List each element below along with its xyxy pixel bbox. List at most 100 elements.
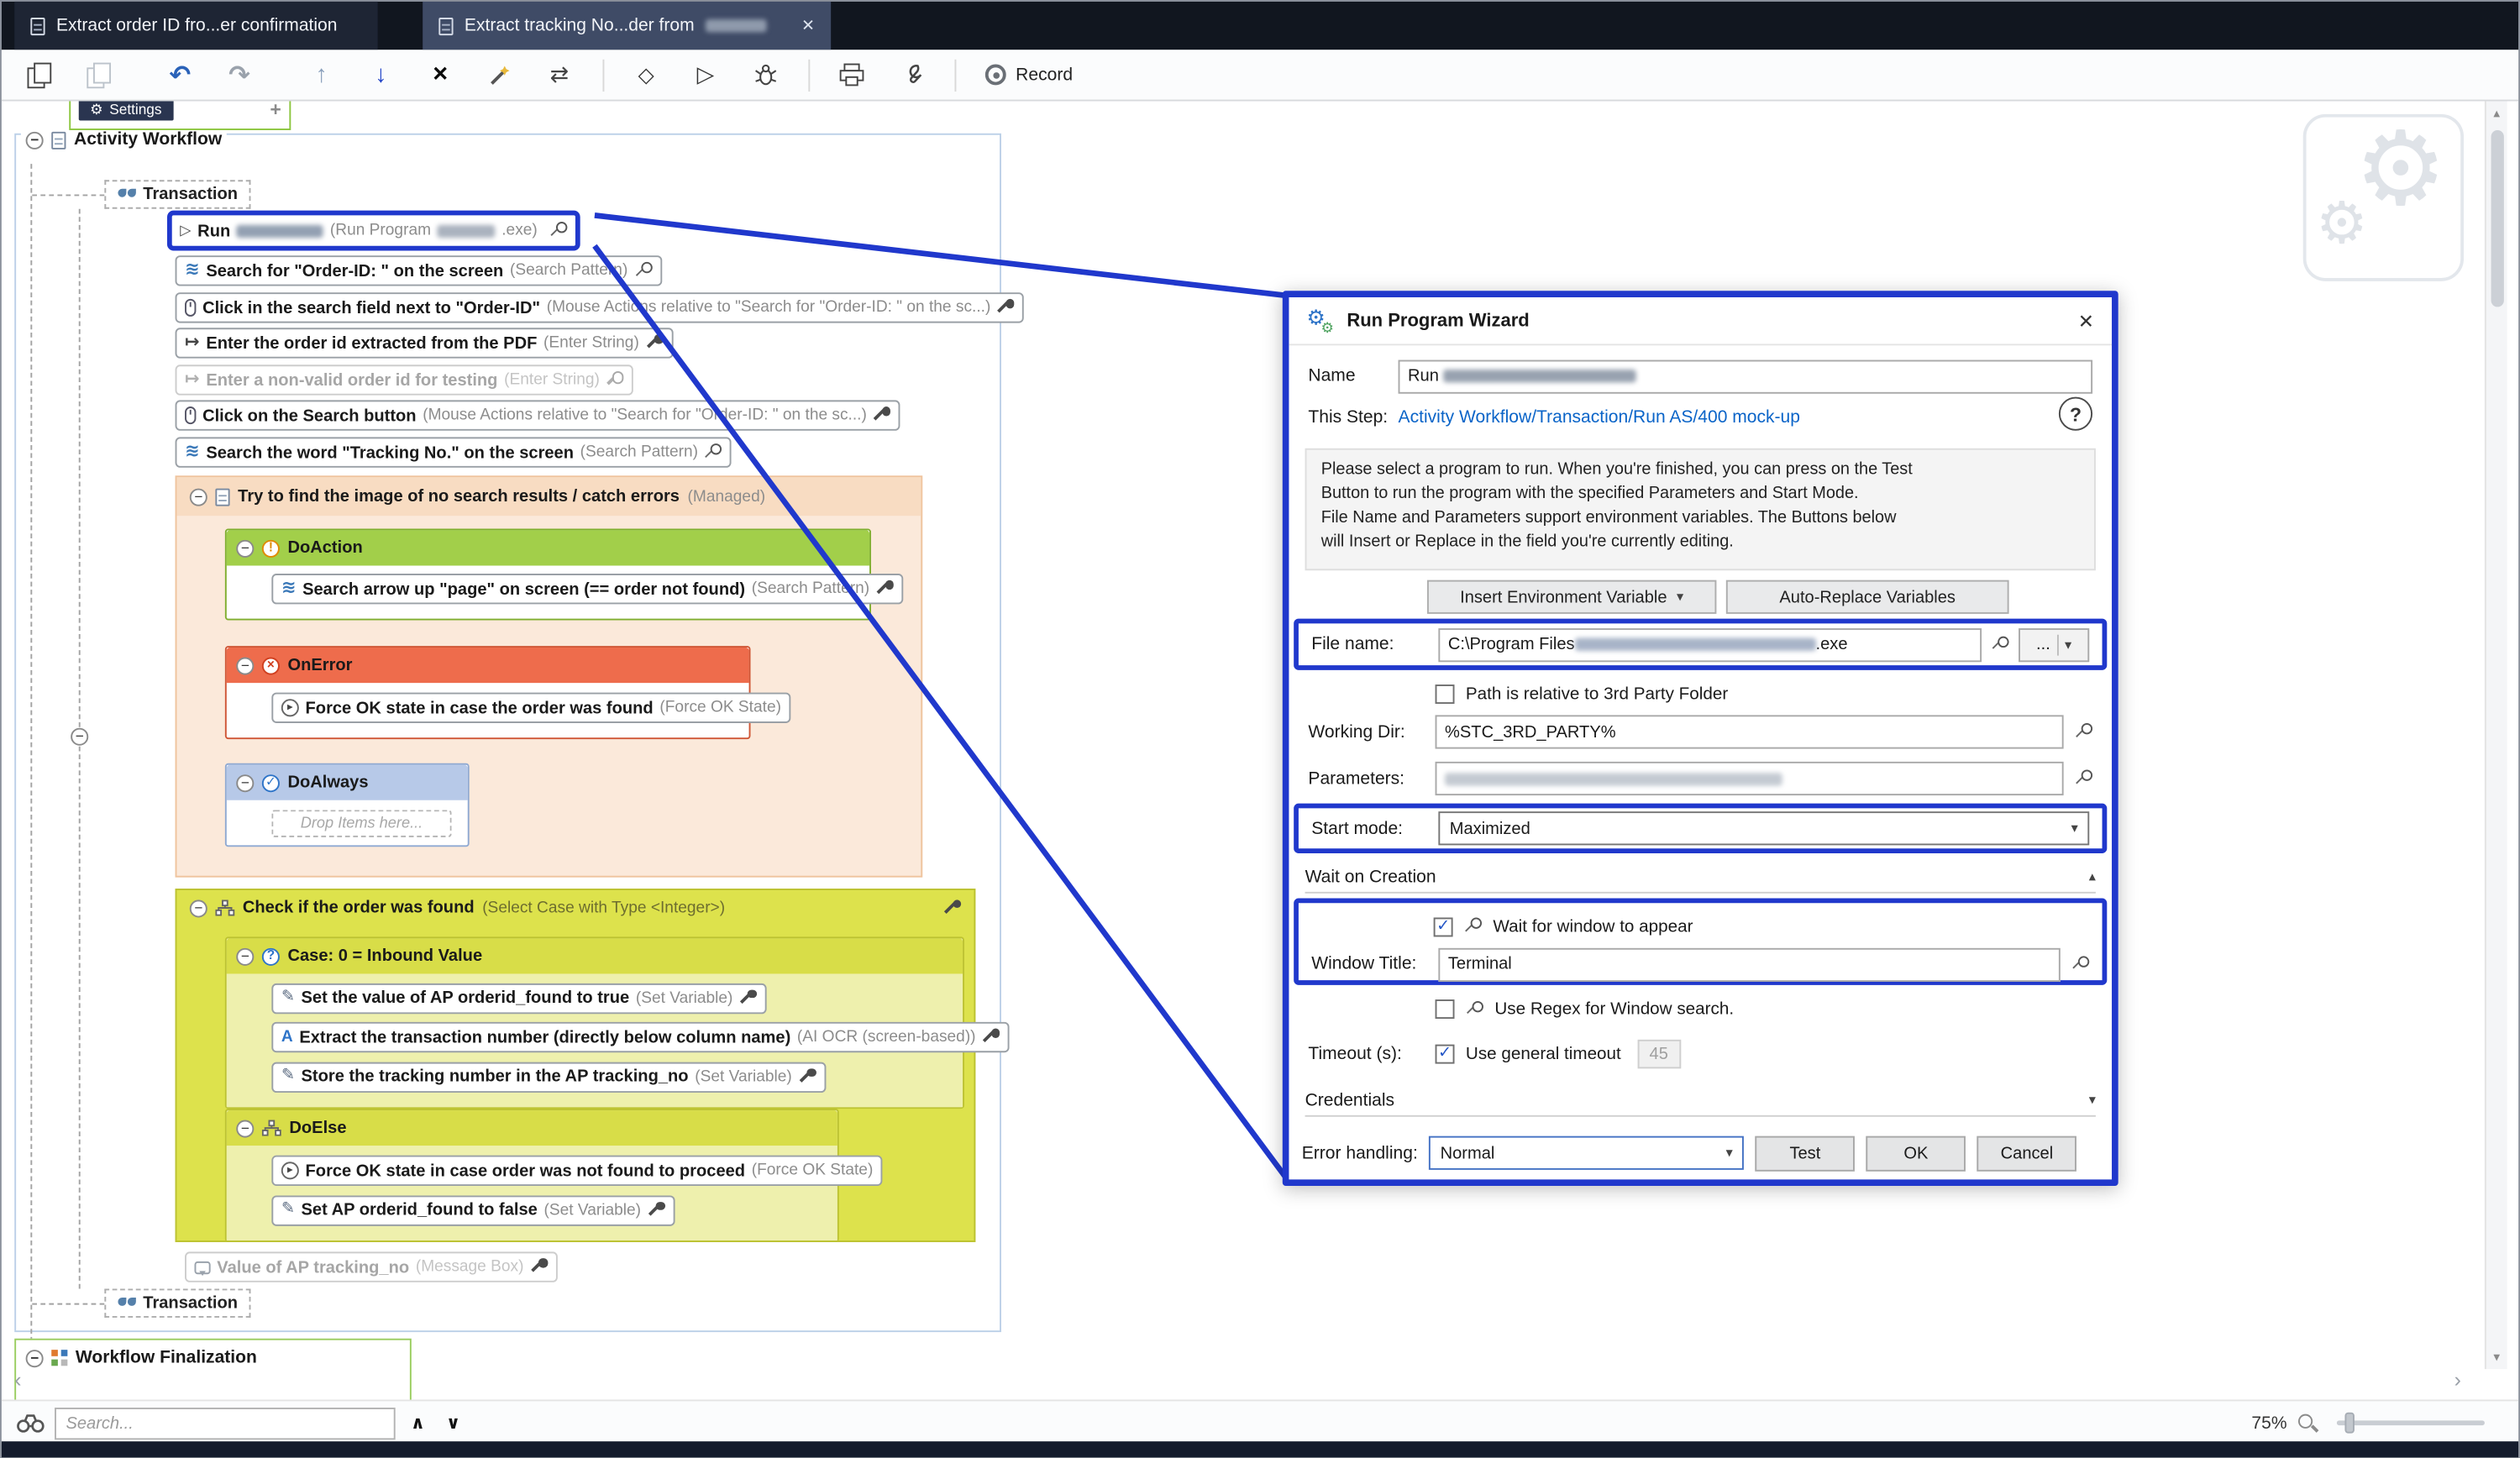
copy-button[interactable] bbox=[23, 57, 55, 92]
window-title-field[interactable]: Terminal bbox=[1438, 947, 2060, 981]
this-step-link[interactable]: Activity Workflow/Transaction/Run AS/400… bbox=[1399, 408, 1800, 427]
pin-icon[interactable] bbox=[874, 406, 891, 424]
step-search-tracking-no[interactable]: ≋ Search the word "Tracking No." on the … bbox=[176, 437, 732, 467]
pin-icon[interactable] bbox=[943, 899, 961, 916]
close-tab-icon[interactable]: ✕ bbox=[801, 17, 815, 34]
step-run-program[interactable]: ▷ Run (Run Program .exe) bbox=[167, 211, 580, 251]
step-force-ok-not-found[interactable]: ▸ Force OK state in case order was not f… bbox=[271, 1156, 882, 1186]
insert-environment-variable-button[interactable]: Insert Environment Variable ▾ bbox=[1427, 580, 1716, 614]
cancel-button[interactable]: Cancel bbox=[1977, 1135, 2077, 1171]
print-button[interactable] bbox=[836, 57, 868, 92]
close-dialog-icon[interactable]: ✕ bbox=[2078, 309, 2094, 332]
ok-button[interactable]: OK bbox=[1866, 1135, 1966, 1171]
wait-on-creation-section[interactable]: Wait on Creation ▴ bbox=[1305, 862, 2096, 894]
record-button[interactable]: Record bbox=[985, 65, 1073, 86]
wizard-wand-button[interactable] bbox=[484, 57, 516, 92]
working-dir-field[interactable]: %STC_3RD_PARTY% bbox=[1436, 715, 2064, 748]
pin-icon[interactable] bbox=[997, 299, 1015, 317]
doaction-header[interactable]: − ! DoAction bbox=[227, 530, 869, 565]
find-previous-button[interactable]: ∧ bbox=[405, 1410, 431, 1436]
path-relative-checkbox[interactable] bbox=[1436, 684, 1455, 704]
tab-extract-tracking-no[interactable]: Extract tracking No...der from ✕ bbox=[423, 2, 831, 50]
search-input[interactable] bbox=[55, 1407, 396, 1439]
move-down-button[interactable]: ↓ bbox=[365, 57, 396, 92]
case-header[interactable]: − ? Case: 0 = Inbound Value bbox=[227, 938, 963, 973]
breakpoint-button[interactable]: ◇ bbox=[630, 57, 662, 92]
pin-icon[interactable] bbox=[530, 1258, 548, 1276]
auto-replace-variables-button[interactable]: Auto-Replace Variables bbox=[1726, 580, 2009, 614]
pin-icon[interactable] bbox=[1464, 917, 1482, 935]
transaction-chip[interactable]: Transaction bbox=[104, 180, 250, 208]
step-force-ok-found[interactable]: ▸ Force OK state in case the order was f… bbox=[271, 693, 790, 723]
collapse-icon[interactable]: − bbox=[190, 899, 207, 916]
dialog-titlebar[interactable]: ⚙ ⚙ Run Program Wizard ✕ bbox=[1289, 297, 2112, 345]
doelse-header[interactable]: − DoElse bbox=[227, 1110, 837, 1146]
use-general-timeout-checkbox[interactable] bbox=[1436, 1044, 1455, 1063]
run-workflow-button[interactable]: ▷ bbox=[690, 57, 722, 92]
zoom-slider-handle[interactable] bbox=[2344, 1413, 2354, 1434]
pin-icon[interactable] bbox=[645, 334, 663, 352]
collapse-icon[interactable]: − bbox=[26, 1349, 44, 1366]
pin-icon[interactable] bbox=[739, 989, 757, 1007]
pin-icon[interactable] bbox=[648, 1201, 665, 1219]
doalways-header[interactable]: − ✓ DoAlways bbox=[227, 765, 468, 800]
file-name-field[interactable]: C:\Program Files .exe bbox=[1438, 627, 1982, 661]
transaction-chip[interactable]: Transaction bbox=[104, 1288, 250, 1317]
collapse-icon[interactable]: − bbox=[236, 774, 254, 791]
name-field[interactable]: Run bbox=[1399, 359, 2093, 393]
collapse-icon[interactable]: − bbox=[26, 131, 44, 149]
step-click-search-field[interactable]: Click in the search field next to "Order… bbox=[176, 292, 1025, 323]
step-extract-transaction-number[interactable]: A Extract the transaction number (direct… bbox=[271, 1022, 1009, 1052]
pin-icon[interactable] bbox=[2075, 723, 2092, 741]
find-next-button[interactable]: ∨ bbox=[440, 1410, 466, 1436]
pin-icon[interactable] bbox=[634, 262, 652, 280]
credentials-section[interactable]: Credentials ▾ bbox=[1305, 1084, 2096, 1116]
pin-icon[interactable] bbox=[982, 1028, 1000, 1046]
paste-button[interactable] bbox=[82, 57, 114, 92]
browse-button[interactable]: ... ▾ bbox=[2019, 627, 2089, 661]
step-enter-order-id[interactable]: ↦ Enter the order id extracted from the … bbox=[176, 328, 673, 358]
collapse-icon[interactable]: − bbox=[236, 947, 254, 965]
redo-button[interactable]: ↷ bbox=[223, 57, 255, 92]
pin-icon[interactable] bbox=[1466, 1000, 1483, 1018]
scrollbar-thumb[interactable] bbox=[2491, 130, 2504, 307]
pin-icon[interactable] bbox=[798, 1067, 816, 1085]
step-enter-invalid-order-id[interactable]: ↦ Enter a non-valid order id for testing… bbox=[176, 364, 634, 395]
tab-extract-order-id[interactable]: Extract order ID fro...er confirmation bbox=[14, 2, 377, 50]
onerror-header[interactable]: − × OnError bbox=[227, 648, 749, 683]
scroll-left-icon[interactable]: ‹ bbox=[14, 1367, 21, 1392]
chevron-up-icon[interactable]: ▴ bbox=[2089, 868, 2096, 885]
collapse-icon[interactable]: − bbox=[71, 728, 88, 746]
pin-icon[interactable] bbox=[2071, 955, 2089, 973]
error-handling-select[interactable]: Normal ▾ bbox=[1429, 1136, 1744, 1170]
step-store-tracking-number[interactable]: ✎ Store the tracking number in the AP tr… bbox=[271, 1062, 826, 1092]
test-button[interactable]: Test bbox=[1756, 1135, 1856, 1171]
pin-icon[interactable] bbox=[1992, 636, 2009, 653]
help-button[interactable]: ? bbox=[2059, 397, 2092, 431]
parameters-field[interactable] bbox=[1436, 762, 2064, 795]
pin-icon[interactable] bbox=[550, 222, 568, 239]
step-search-arrow-up[interactable]: ≋ Search arrow up "page" on screen (== o… bbox=[271, 574, 903, 604]
step-set-orderid-found-true[interactable]: ✎ Set the value of AP orderid_found to t… bbox=[271, 983, 766, 1013]
scroll-up-icon[interactable]: ▴ bbox=[2493, 106, 2500, 120]
managed-header[interactable]: − Try to find the image of no search res… bbox=[176, 477, 921, 516]
activity-workflow-header[interactable]: − Activity Workflow bbox=[21, 130, 227, 149]
workflow-canvas[interactable]: ⚙ Settings + − Activity Workflow − Trans… bbox=[2, 102, 2518, 1400]
collapse-icon[interactable]: − bbox=[236, 657, 254, 674]
select-case-header[interactable]: − Check if the order was found (Select C… bbox=[176, 890, 974, 926]
pin-icon[interactable] bbox=[606, 371, 624, 389]
zoom-slider[interactable] bbox=[2337, 1420, 2485, 1425]
scroll-right-icon[interactable]: › bbox=[2454, 1367, 2461, 1392]
start-mode-select[interactable]: Maximized ▾ bbox=[1438, 811, 2089, 845]
collapse-icon[interactable]: − bbox=[236, 539, 254, 557]
pin-icon[interactable] bbox=[705, 443, 722, 461]
pin-icon[interactable] bbox=[2075, 769, 2092, 787]
pin-icon[interactable] bbox=[876, 580, 894, 598]
replace-button[interactable]: ⇄ bbox=[543, 57, 575, 92]
wait-for-window-checkbox[interactable] bbox=[1434, 917, 1453, 936]
chevron-down-icon[interactable]: ▾ bbox=[2089, 1091, 2096, 1109]
delete-button[interactable]: × bbox=[424, 57, 456, 92]
settings-block-fragment[interactable]: ⚙ Settings + bbox=[69, 102, 291, 130]
workflow-finalization-block[interactable]: − Workflow Finalization bbox=[14, 1339, 412, 1400]
drop-items-placeholder[interactable]: Drop Items here... bbox=[271, 810, 451, 837]
